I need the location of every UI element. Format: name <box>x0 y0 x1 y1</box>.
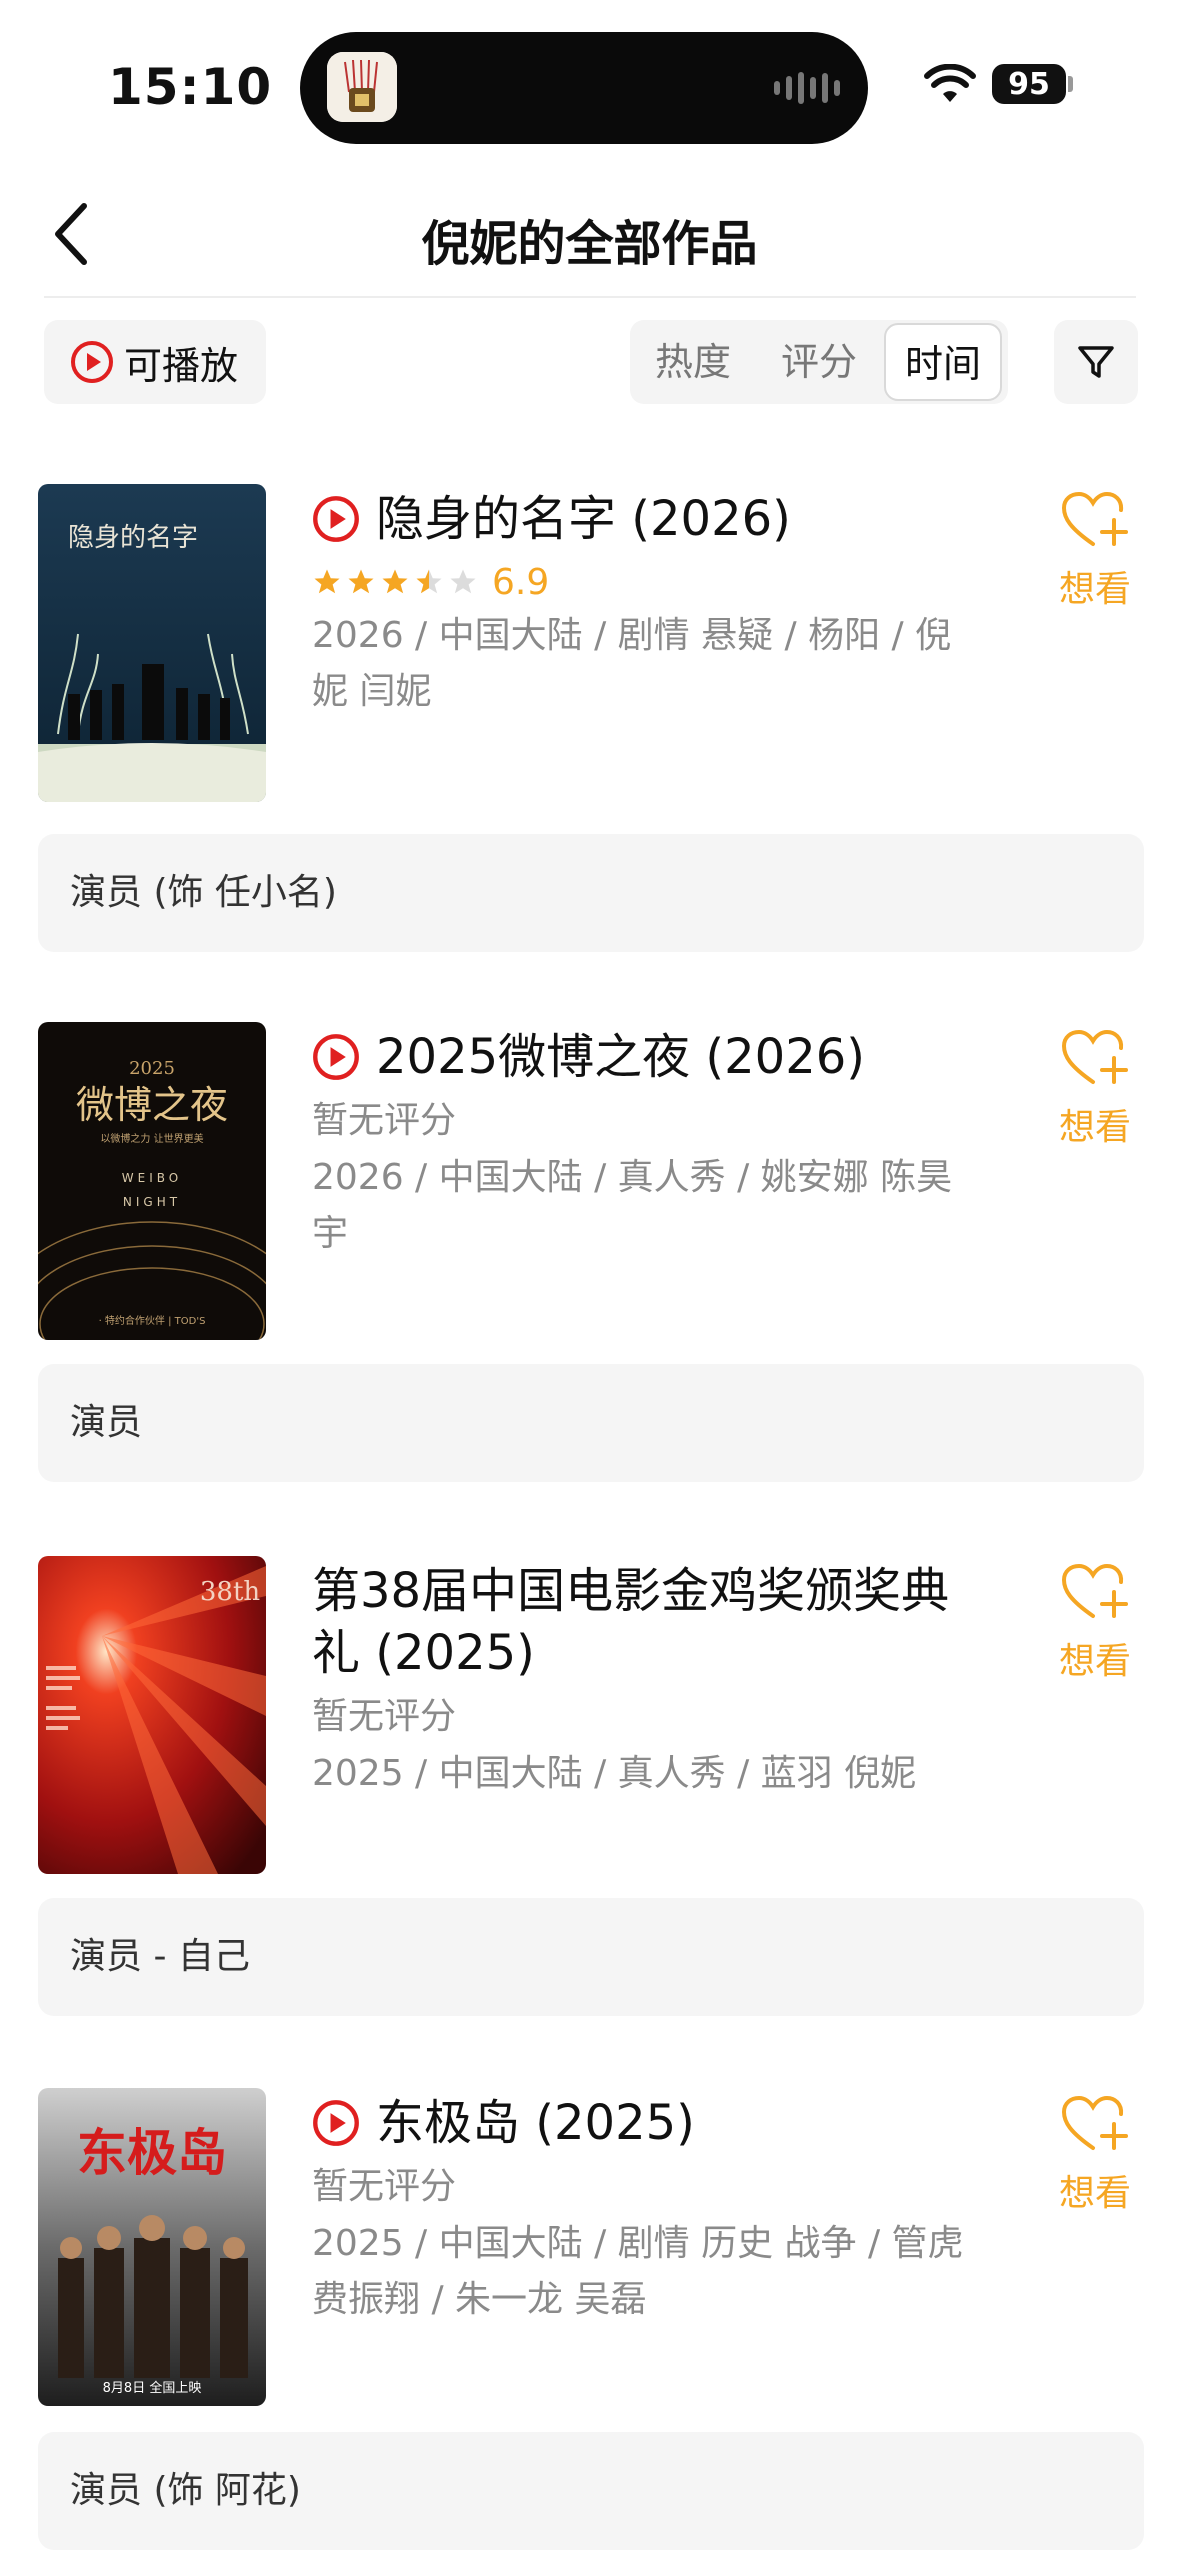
battery-indicator: 95 <box>992 64 1066 104</box>
star-rating <box>312 567 478 597</box>
poster-title-text: 东极岛 <box>77 2123 227 2182</box>
sort-option-rating[interactable]: 评分 <box>760 320 878 404</box>
item-meta: 2026 / 中国大陆 / 剧情 悬疑 / 杨阳 / 倪妮 闫妮 <box>312 615 952 712</box>
want-label: 想看 <box>1058 2173 1131 2214</box>
play-circle-icon <box>313 1034 359 1080</box>
no-rating-text: 暂无评分 <box>312 1696 457 1737</box>
item-title[interactable]: 东极岛 (2025) <box>376 2092 695 2154</box>
want-label: 想看 <box>1058 569 1131 610</box>
want-label: 想看 <box>1058 1641 1131 1682</box>
audio-wave-icon <box>774 72 840 104</box>
poster-en-text-1: WEIBO <box>122 1171 182 1185</box>
want-to-watch-button[interactable]: 想看 <box>1050 1028 1140 1150</box>
poster-image[interactable]: 38th <box>38 1556 266 1874</box>
status-bar: 15:10 95 <box>0 0 1179 160</box>
item-info: 隐身的名字 (2026) 6.9 2026 / 中国大陆 / 剧情 悬疑 / 杨… <box>312 488 972 720</box>
rating-score: 6.9 <box>492 561 550 603</box>
filter-funnel-icon <box>1078 346 1114 378</box>
star-full-icon <box>382 569 408 594</box>
want-to-watch-button[interactable]: 想看 <box>1050 2094 1140 2216</box>
battery-tip <box>1068 76 1073 92</box>
status-time: 15:10 <box>108 58 273 116</box>
role-label: 演员 (饰 任小名) <box>38 834 1144 952</box>
play-circle-icon <box>71 341 113 383</box>
nav-bar: 倪妮的全部作品 <box>0 170 1179 298</box>
sort-option-popularity[interactable]: 热度 <box>634 320 752 404</box>
poster-title-text: 隐身的名字 <box>68 523 198 553</box>
playable-label: 可播放 <box>124 343 239 388</box>
playable-filter-button[interactable]: 可播放 <box>44 320 266 404</box>
poster-image[interactable]: 2025 微博之夜 以微博之力 让世界更美 WEIBO NIGHT · 特约合作… <box>38 1022 266 1340</box>
star-half-icon <box>416 569 442 594</box>
play-circle-icon <box>313 2100 359 2146</box>
poster-date-text: 8月8日 全国上映 <box>103 2380 202 2396</box>
heart-plus-icon <box>1061 2095 1128 2150</box>
item-info: 2025微博之夜 (2026) 暂无评分 2026 / 中国大陆 / 真人秀 /… <box>312 1026 972 1262</box>
role-label: 演员 - 自己 <box>38 1898 1144 2016</box>
dynamic-island[interactable] <box>300 32 868 144</box>
heart-plus-icon <box>1061 1029 1128 1084</box>
item-meta: 2025 / 中国大陆 / 真人秀 / 蓝羽 倪妮 <box>312 1753 917 1794</box>
item-title[interactable]: 第38届中国电影金鸡奖颁奖典礼 (2025) <box>312 1560 972 1684</box>
item-meta: 2026 / 中国大陆 / 真人秀 / 姚安娜 陈昊宇 <box>312 1157 953 1254</box>
no-rating-text: 暂无评分 <box>312 1100 457 1141</box>
want-label: 想看 <box>1058 1107 1131 1148</box>
wifi-icon <box>924 64 976 102</box>
role-label: 演员 (饰 阿花) <box>38 2432 1144 2550</box>
no-rating-text: 暂无评分 <box>312 2166 457 2207</box>
poster-image[interactable]: 隐身的名字 <box>38 484 266 802</box>
poster-subtitle-text: 以微博之力 让世界更美 <box>100 1132 203 1145</box>
item-info: 东极岛 (2025) 暂无评分 2025 / 中国大陆 / 剧情 历史 战争 /… <box>312 2092 972 2328</box>
want-to-watch-button[interactable]: 想看 <box>1050 490 1140 612</box>
item-title[interactable]: 隐身的名字 (2026) <box>376 488 791 550</box>
star-full-icon <box>348 569 374 594</box>
now-playing-app-icon <box>327 52 397 122</box>
sort-segmented-control: 热度 评分 时间 <box>630 320 1008 404</box>
item-title[interactable]: 2025微博之夜 (2026) <box>376 1026 865 1088</box>
page-title: 倪妮的全部作品 <box>421 216 758 272</box>
nav-divider <box>44 296 1136 298</box>
poster-title-text: 38th <box>200 1577 261 1607</box>
role-label: 演员 <box>38 1364 1144 1482</box>
item-meta: 2025 / 中国大陆 / 剧情 历史 战争 / 管虎 费振翔 / 朱一龙 吴磊 <box>312 2223 964 2320</box>
heart-plus-icon <box>1061 491 1128 546</box>
poster-sponsor-text: · 特约合作伙伴 | TOD'S <box>99 1314 206 1327</box>
star-empty-icon <box>450 569 476 594</box>
sort-option-time[interactable]: 时间 <box>884 323 1002 401</box>
heart-plus-icon <box>1061 1563 1128 1618</box>
want-to-watch-button[interactable]: 想看 <box>1050 1562 1140 1684</box>
filter-button[interactable] <box>1054 320 1138 404</box>
star-full-icon <box>314 569 340 594</box>
poster-year-text: 2025 <box>129 1058 175 1079</box>
poster-title-text: 微博之夜 <box>76 1083 228 1127</box>
item-info: 第38届中国电影金鸡奖颁奖典礼 (2025) 暂无评分 2025 / 中国大陆 … <box>312 1560 972 1802</box>
rating-row: 6.9 <box>312 560 972 604</box>
poster-en-text-2: NIGHT <box>123 1195 181 1209</box>
play-circle-icon <box>313 496 359 542</box>
poster-image[interactable]: 东极岛 8月8日 全国上映 <box>38 2088 266 2406</box>
